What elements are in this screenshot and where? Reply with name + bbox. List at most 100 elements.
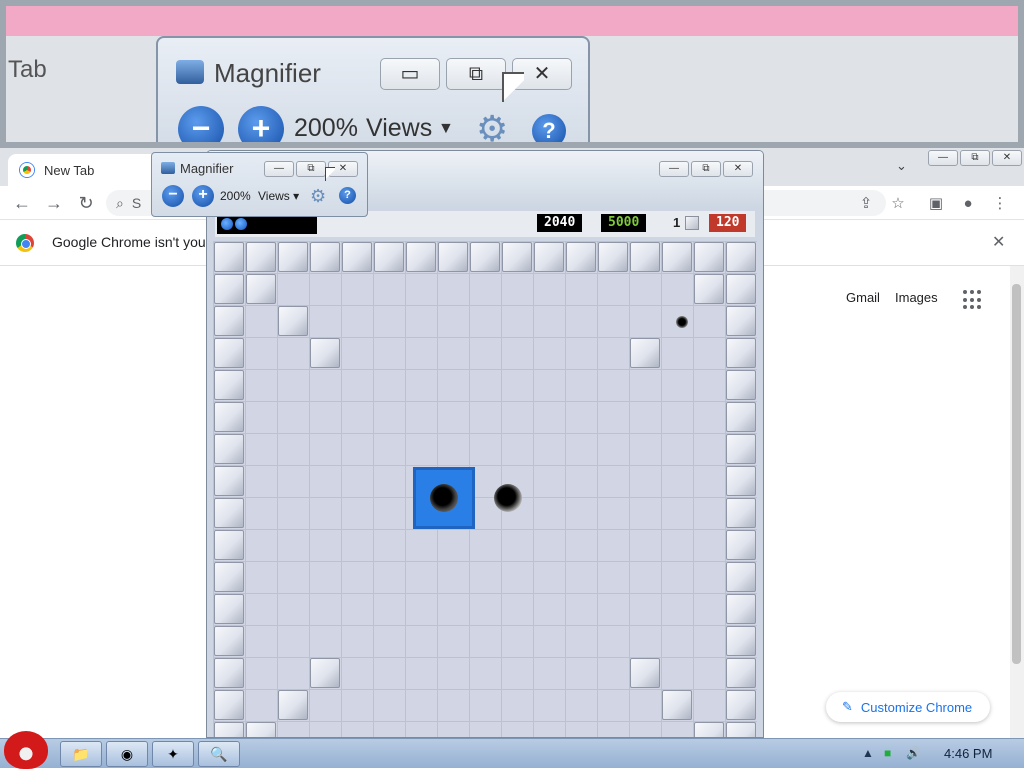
wall-block	[310, 338, 340, 368]
wall-block	[726, 242, 756, 272]
magnifier-minimize-button[interactable]: —	[264, 161, 294, 177]
hole-pit	[494, 484, 522, 512]
zoomed-gear-icon: ⚙	[476, 108, 509, 148]
chrome-logo-icon	[16, 234, 34, 252]
infobar-close-button[interactable]: ✕	[992, 232, 1005, 252]
wall-block	[630, 242, 660, 272]
wall-block	[214, 594, 244, 624]
wall-block	[502, 242, 532, 272]
wall-block	[214, 338, 244, 368]
mouse-cursor	[325, 167, 335, 181]
views-dropdown[interactable]: Views ▾	[258, 189, 299, 203]
back-button[interactable]: ←	[10, 192, 34, 216]
zoomed-magnifier-app-icon	[176, 60, 204, 84]
zoomed-zoom-in-icon: +	[238, 106, 284, 142]
images-link[interactable]: Images	[895, 290, 938, 305]
google-apps-icon[interactable]	[963, 290, 983, 310]
wall-block	[726, 402, 756, 432]
bookmark-star-icon[interactable]: ☆	[888, 194, 908, 214]
start-button-angry-bird-icon[interactable]	[4, 731, 48, 769]
taskbar-chrome-button[interactable]: ◉	[106, 741, 148, 767]
wall-block	[726, 306, 756, 336]
wall-block	[214, 466, 244, 496]
forward-button[interactable]: →	[42, 192, 66, 216]
magnifier-title: Magnifier	[180, 161, 234, 176]
tray-expand-icon[interactable]: ▲	[862, 746, 874, 760]
taskbar-game-button[interactable]: ✦	[152, 741, 194, 767]
hole[interactable]	[477, 467, 539, 529]
taskbar-magnifier-button[interactable]: 🔍	[198, 741, 240, 767]
game-minimize-button[interactable]: —	[659, 161, 689, 177]
zoom-out-button[interactable]: −	[162, 185, 184, 207]
gmail-link[interactable]: Gmail	[846, 290, 880, 305]
chrome-close-button[interactable]: ✕	[992, 150, 1022, 166]
wall-block	[726, 562, 756, 592]
wall-block	[246, 274, 276, 304]
game-icon: ✦	[167, 746, 179, 762]
wall-block	[534, 242, 564, 272]
side-panel-icon[interactable]: ▣	[926, 194, 946, 214]
page-scrollbar-thumb[interactable]	[1012, 284, 1021, 664]
reload-button[interactable]: ↻	[74, 192, 98, 216]
wall-block	[342, 242, 372, 272]
wall-block	[406, 242, 436, 272]
profile-icon[interactable]: ●	[958, 194, 978, 214]
game-board[interactable]	[213, 241, 757, 737]
game-close-button[interactable]: ✕	[723, 161, 753, 177]
wall-block	[214, 722, 244, 737]
zoom-in-button[interactable]: +	[192, 185, 214, 207]
wall-block	[694, 274, 724, 304]
zoomed-wallpaper	[6, 6, 1018, 36]
chrome-minimize-button[interactable]: —	[928, 150, 958, 166]
wall-block	[374, 242, 404, 272]
chrome-window-controls: — ⧉ ✕	[928, 150, 1022, 166]
wall-block	[310, 242, 340, 272]
chrome-menu-icon[interactable]: ⋮	[990, 194, 1010, 214]
chrome-restore-button[interactable]: ⧉	[960, 150, 990, 166]
infobar-message: Google Chrome isn't you	[52, 234, 206, 250]
wall-block	[566, 242, 596, 272]
game-window-controls: — ⧉ ✕	[659, 161, 753, 177]
zoomed-mouse-cursor	[502, 72, 524, 102]
block-count: 1	[673, 215, 681, 230]
zoomed-minimize-button: ▭	[380, 58, 440, 90]
magnifier-restore-button[interactable]: ⧉	[296, 161, 326, 177]
wall-block	[278, 690, 308, 720]
wall-block	[726, 722, 756, 737]
wall-block	[630, 658, 660, 688]
help-icon[interactable]: ?	[339, 187, 356, 204]
magnifier-app-icon	[161, 162, 175, 174]
wall-block	[214, 370, 244, 400]
magnifier-window-controls: — ⧉ ✕	[264, 161, 358, 177]
gear-icon[interactable]: ⚙	[310, 186, 326, 207]
tab-search-dropdown-icon[interactable]: ⌄	[896, 158, 907, 174]
page-scrollbar[interactable]	[1010, 266, 1024, 738]
zoomed-tab-text: Tab	[8, 56, 47, 83]
zoomed-views-label: Views	[366, 114, 433, 142]
chrome-icon: ◉	[120, 746, 134, 762]
wall-block	[278, 306, 308, 336]
score-display: 2040	[537, 214, 583, 232]
customize-chrome-label: Customize Chrome	[860, 699, 973, 715]
block-counter-icon	[685, 216, 699, 230]
share-icon[interactable]: ⇪	[856, 194, 876, 214]
wall-block	[214, 274, 244, 304]
omnibox-search-icon: ⌕	[116, 194, 124, 211]
network-icon[interactable]: ■	[884, 746, 891, 760]
taskbar-folder-button[interactable]: 📁	[60, 741, 102, 767]
life-ball-icon	[221, 218, 233, 230]
omnibox-text: S	[131, 195, 142, 211]
selected-hole[interactable]	[413, 467, 475, 529]
clock[interactable]: 4:46 PM	[944, 746, 992, 761]
pencil-icon: ✎	[842, 699, 853, 714]
game-restore-button[interactable]: ⧉	[691, 161, 721, 177]
wall-block	[726, 626, 756, 656]
wall-block	[726, 338, 756, 368]
small-hole[interactable]	[667, 307, 697, 337]
zoomed-restore-button: ⧉	[446, 58, 506, 90]
volume-icon[interactable]: 🔊	[906, 746, 921, 760]
wall-block	[246, 722, 276, 737]
customize-chrome-button[interactable]: ✎ Customize Chrome	[826, 692, 990, 722]
wall-block	[726, 434, 756, 464]
wall-block	[278, 242, 308, 272]
